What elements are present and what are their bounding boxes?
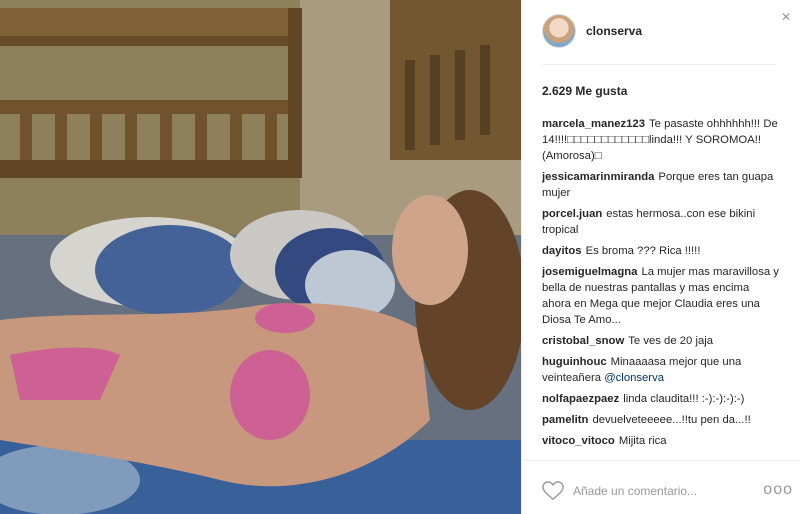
photo-illustration [0,0,521,514]
comment-item: cristobal_snow Te ves de 20 jaja [542,333,780,349]
comment-username[interactable]: jessicamarinmiranda [542,171,654,183]
comment-text: Mijita rica [618,435,667,447]
comment-username[interactable]: vitoco_vitoco [542,435,615,447]
comment-item: josemiguelmagna La mujer mas maravillosa … [542,264,780,328]
comment-username[interactable]: porcel.juan [542,208,602,220]
comment-item: jessicamarinmiranda Porque eres tan guapa… [542,169,780,201]
comment-input[interactable] [573,482,753,500]
divider [542,64,776,65]
comment-footer: ooo [522,460,800,514]
comment-username[interactable]: dayitos [542,245,582,257]
comment-username[interactable]: cristobal_snow [542,335,624,347]
close-icon[interactable]: ✕ [781,10,791,24]
comment-username[interactable]: huguinhouc [542,356,607,368]
comment-item: dayitos Es broma ??? Rica !!!!! [542,243,780,259]
comment-text: linda claudita!!! :-):-):-):-) [623,393,745,405]
more-options-icon[interactable]: ooo [763,481,793,499]
comment-item: pamelitn devuelveteeeee...!!tu pen da...!… [542,412,780,428]
post-photo[interactable] [0,0,521,514]
comment-item: marcela_manez123 Te pasaste ohhhhhh!!! De… [542,116,780,164]
comment-text: Es broma ??? Rica !!!!! [585,245,701,257]
post-header: clonserva ✕ [522,0,800,64]
heart-icon[interactable] [542,481,564,501]
comment-item: nolfapaezpaez linda claudita!!! :-):-):-)… [542,391,780,407]
comment-mention[interactable]: @clonserva [604,372,664,384]
comment-username[interactable]: josemiguelmagna [542,266,637,278]
avatar[interactable] [542,14,576,48]
post-side-panel: clonserva ✕ 2.629 Me gusta marcela_manez… [521,0,800,514]
comment-username[interactable]: nolfapaezpaez [542,393,619,405]
comment-item: huguinhouc Minaaaasa mejor que una veinte… [542,354,780,386]
comment-item: vitoco_vitoco Mijita rica [542,433,780,449]
comment-username[interactable]: pamelitn [542,414,588,426]
comment-username[interactable]: marcela_manez123 [542,118,645,130]
comment-text: devuelveteeeee...!!tu pen da...!! [592,414,751,426]
post-username[interactable]: clonserva [586,24,642,38]
comment-text: Te ves de 20 jaja [628,335,714,347]
comment-item: porcel.juan estas hermosa..con ese bikini… [542,206,780,238]
comments-list: marcela_manez123 Te pasaste ohhhhhh!!! De… [542,116,780,460]
likes-count[interactable]: 2.629 Me gusta [542,84,627,98]
